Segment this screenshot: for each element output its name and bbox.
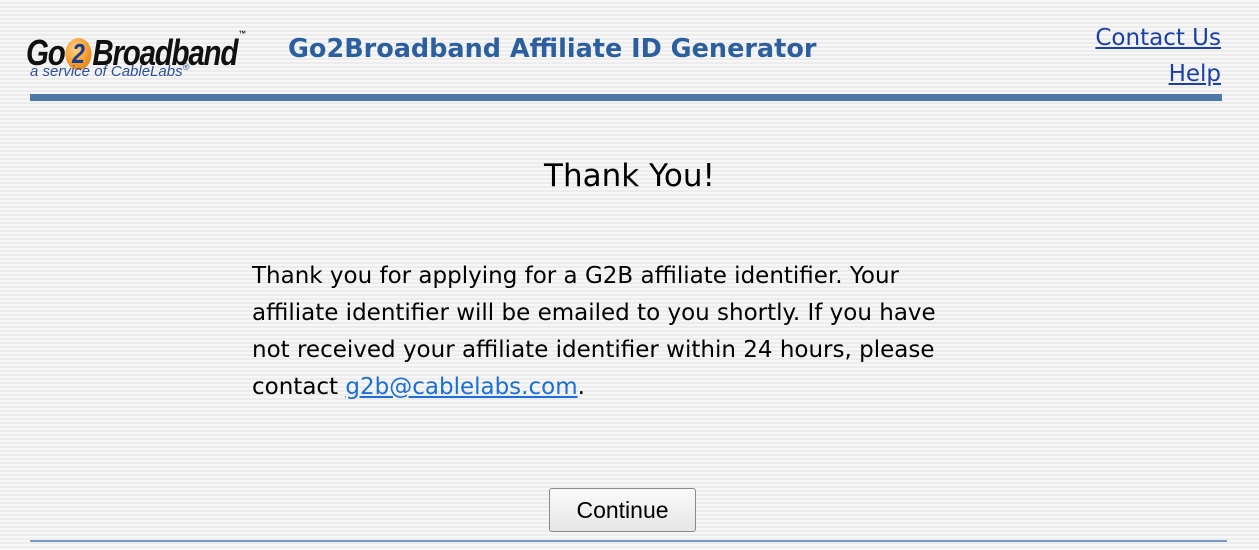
confirmation-message: Thank you for applying for a G2B affilia…: [252, 258, 972, 406]
app-title: Go2Broadband Affiliate ID Generator: [288, 34, 817, 64]
footer-divider: [30, 540, 1227, 542]
go2broadband-logo: Go 2 Broadband ™ a service of CableLabs®: [26, 10, 266, 90]
contact-us-link[interactable]: Contact Us: [1095, 20, 1221, 56]
support-email-link[interactable]: g2b@cablelabs.com: [345, 374, 577, 400]
logo-tagline-text: a service of CableLabs: [30, 63, 183, 80]
header-divider: [30, 94, 1222, 101]
message-period: .: [577, 374, 585, 400]
page-heading: Thank You!: [544, 158, 715, 194]
logo-registered-mark: ®: [182, 62, 190, 72]
help-link[interactable]: Help: [1095, 56, 1221, 92]
logo-trademark: ™: [238, 29, 247, 39]
continue-button[interactable]: Continue: [549, 488, 696, 532]
logo-tagline: a service of CableLabs®: [30, 62, 189, 80]
header-links: Contact Us Help: [1095, 20, 1221, 92]
